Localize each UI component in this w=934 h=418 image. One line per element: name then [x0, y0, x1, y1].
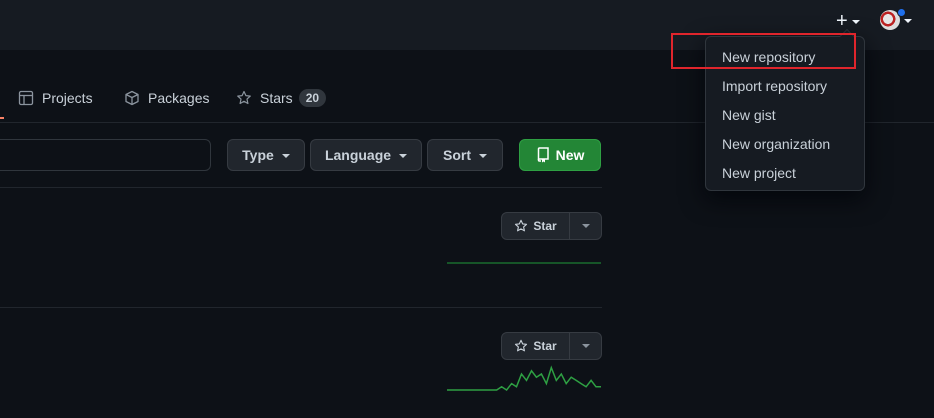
activity-sparkline [447, 262, 601, 264]
sort-label: Sort [443, 147, 471, 163]
star-label: Star [533, 219, 557, 233]
language-filter-label: Language [324, 147, 392, 163]
star-icon [515, 339, 528, 352]
package-icon [125, 90, 139, 106]
star-icon [237, 90, 251, 105]
list-divider [0, 187, 602, 188]
plus-icon: + [836, 10, 848, 32]
sort-button[interactable]: Sort [427, 139, 503, 171]
tab-packages[interactable]: Packages [124, 82, 209, 114]
table-icon [18, 90, 34, 106]
menu-item-new-repository[interactable]: New repository [706, 42, 864, 71]
language-filter-button[interactable]: Language [310, 139, 422, 171]
profile-tabs: Projects Packages Stars 20 [0, 82, 700, 114]
repository-search-input[interactable] [0, 139, 211, 171]
chevron-down-icon [581, 344, 590, 348]
new-button-label: New [555, 147, 585, 163]
create-new-menu: New repository Import repository New gis… [705, 29, 865, 191]
chevron-down-icon [851, 20, 860, 24]
star-button[interactable]: Star [502, 333, 570, 359]
sparkline-path [447, 365, 601, 391]
notification-dot [897, 8, 906, 17]
star-button-group: Star [501, 332, 602, 360]
menu-item-new-organization[interactable]: New organization [706, 129, 864, 158]
star-label: Star [533, 339, 557, 353]
repo-icon [537, 147, 549, 163]
chevron-down-icon [479, 154, 487, 158]
chevron-down-icon [904, 19, 912, 23]
stars-count-badge: 20 [298, 89, 327, 107]
chevron-down-icon [281, 154, 290, 158]
chevron-down-icon [581, 224, 590, 228]
menu-item-import-repository[interactable]: Import repository [706, 71, 864, 100]
tab-projects[interactable]: Projects [18, 82, 93, 114]
type-filter-button[interactable]: Type [227, 139, 305, 171]
type-filter-label: Type [242, 147, 274, 163]
star-icon [515, 219, 528, 232]
activity-sparkline [447, 365, 601, 391]
new-repository-button[interactable]: New [519, 139, 601, 171]
star-list-dropdown[interactable] [570, 333, 601, 359]
menu-item-new-project[interactable]: New project [706, 158, 864, 187]
chevron-down-icon [399, 154, 408, 158]
menu-item-new-gist[interactable]: New gist [706, 100, 864, 129]
active-tab-indicator [0, 117, 4, 119]
list-divider [0, 307, 602, 308]
tab-label: Projects [42, 90, 93, 106]
tab-label: Stars [260, 90, 293, 106]
tab-label: Packages [148, 90, 210, 106]
tab-stars[interactable]: Stars 20 [236, 82, 327, 114]
